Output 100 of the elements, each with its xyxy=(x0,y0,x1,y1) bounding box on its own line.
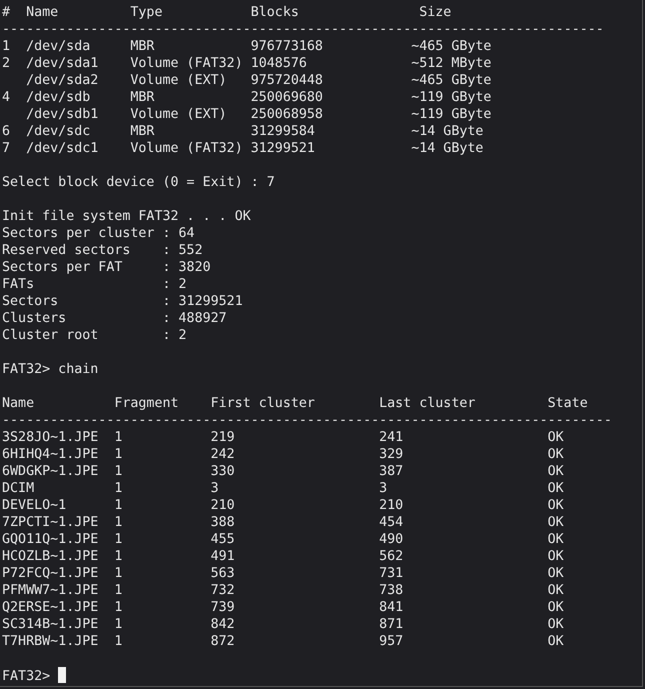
separator-line: --------------------------------------------------------------------------- xyxy=(2,22,604,37)
table-cell: 1 xyxy=(114,429,122,446)
table-cell: OK xyxy=(548,548,564,565)
table-cell: 6 xyxy=(2,123,10,140)
output-line: Reserved sectors : 552 xyxy=(2,243,203,258)
table-cell: ~465 GByte xyxy=(411,38,492,55)
table-cell: OK xyxy=(548,531,564,548)
table-cell: 841 xyxy=(379,599,404,616)
table-cell: MBR xyxy=(130,123,154,140)
table-cell: 31299584 xyxy=(250,123,315,140)
table-cell: Volume (EXT) xyxy=(130,72,227,89)
table-cell: 1 xyxy=(114,616,122,633)
prompt-text: FAT32> xyxy=(2,669,50,684)
column-header: # xyxy=(2,4,10,21)
table-cell: 242 xyxy=(210,446,235,463)
table-cell: 3 xyxy=(379,480,388,497)
table-cell: /dev/sda1 xyxy=(26,55,98,72)
column-header: Blocks xyxy=(250,4,299,21)
table-cell: Volume (FAT32) xyxy=(130,55,243,72)
table-cell: 2 xyxy=(2,55,10,72)
table-cell: GQO11Q~1.JPE xyxy=(2,531,98,548)
table-cell: 3S28JO~1.JPE xyxy=(2,429,98,446)
table-cell: 250068958 xyxy=(250,106,323,123)
table-cell: PFMWW7~1.JPE xyxy=(2,582,98,599)
table-cell: DEVELO~1 xyxy=(2,497,66,514)
table-cell: 250069680 xyxy=(250,89,323,106)
table-cell: 1 xyxy=(114,463,122,480)
table-cell: 6WDGKP~1.JPE xyxy=(2,463,98,480)
column-header: Last cluster xyxy=(379,395,476,412)
table-cell: 1 xyxy=(114,565,122,582)
table-cell: 210 xyxy=(379,497,404,514)
column-header: State xyxy=(548,395,588,412)
table-cell: MBR xyxy=(130,89,154,106)
column-header: Size xyxy=(419,4,452,21)
output-line: Init file system FAT32 . . . OK xyxy=(2,209,251,224)
table-cell: OK xyxy=(548,633,564,650)
table-cell: 562 xyxy=(379,548,404,565)
table-cell: 1 xyxy=(114,633,122,650)
table-cell: 1 xyxy=(114,480,122,497)
table-cell: 454 xyxy=(379,514,404,531)
table-cell: 387 xyxy=(379,463,404,480)
column-header: Type xyxy=(130,4,162,21)
table-cell: T7HRBW~1.JPE xyxy=(2,633,98,650)
table-cell: Volume (EXT) xyxy=(130,106,227,123)
table-cell: 329 xyxy=(379,446,404,463)
table-cell: 1 xyxy=(114,446,122,463)
table-cell: 3 xyxy=(210,480,219,497)
table-cell: /dev/sda xyxy=(26,38,90,55)
column-header: First cluster xyxy=(210,395,315,412)
table-cell: 7ZPCTI~1.JPE xyxy=(2,514,98,531)
table-cell: 957 xyxy=(379,633,404,650)
table-cell: 6HIHQ4~1.JPE xyxy=(2,446,98,463)
table-cell: 1048576 xyxy=(250,55,307,72)
output-line: Cluster root : 2 xyxy=(2,328,187,343)
table-cell: 732 xyxy=(210,582,235,599)
table-cell: 31299521 xyxy=(250,140,315,157)
table-cell: 1 xyxy=(114,582,122,599)
table-cell: Volume (FAT32) xyxy=(130,140,243,157)
table-cell: 1 xyxy=(2,38,10,55)
table-cell: 455 xyxy=(210,531,235,548)
output-line: FATs : 2 xyxy=(2,277,187,292)
table-cell: /dev/sdc1 xyxy=(26,140,98,157)
table-cell: OK xyxy=(548,497,564,514)
table-cell: 739 xyxy=(210,599,235,616)
table-cell: /dev/sdb1 xyxy=(26,106,98,123)
table-cell: 1 xyxy=(114,531,122,548)
table-cell: SC314B~1.JPE xyxy=(2,616,98,633)
table-cell: HCOZLB~1.JPE xyxy=(2,548,98,565)
table-cell: 975720448 xyxy=(250,72,323,89)
table-cell: 388 xyxy=(210,514,235,531)
table-cell: ~14 GByte xyxy=(411,140,484,157)
table-cell: OK xyxy=(548,599,564,616)
table-cell: Q2ERSE~1.JPE xyxy=(2,599,98,616)
prompt-text: FAT32> xyxy=(2,362,50,377)
prompt-text: Select block device (0 = Exit) : xyxy=(2,175,259,190)
table-cell: /dev/sda2 xyxy=(26,72,98,89)
table-cell: 1 xyxy=(114,548,122,565)
table-cell: 210 xyxy=(210,497,235,514)
table-cell: 842 xyxy=(210,616,235,633)
table-cell: 1 xyxy=(114,497,122,514)
table-cell: ~119 GByte xyxy=(411,89,492,106)
table-cell: OK xyxy=(548,463,564,480)
table-cell: 241 xyxy=(379,429,404,446)
command-text: chain xyxy=(58,362,98,377)
table-cell: OK xyxy=(548,429,564,446)
output-line: Sectors per FAT : 3820 xyxy=(2,260,211,275)
separator-line: ---------------------------------------------------------------------------- xyxy=(2,413,612,428)
table-cell: 330 xyxy=(210,463,235,480)
table-cell: OK xyxy=(548,565,564,582)
table-cell: 871 xyxy=(379,616,404,633)
column-header: Name xyxy=(2,395,34,412)
table-cell: 490 xyxy=(379,531,404,548)
column-header: Name xyxy=(26,4,58,21)
table-cell: OK xyxy=(548,616,564,633)
table-cell: MBR xyxy=(130,38,154,55)
table-cell: ~512 MByte xyxy=(411,55,492,72)
table-cell: ~14 GByte xyxy=(411,123,484,140)
table-cell: 491 xyxy=(210,548,235,565)
table-cell: DCIM xyxy=(2,480,34,497)
table-cell: 219 xyxy=(210,429,235,446)
